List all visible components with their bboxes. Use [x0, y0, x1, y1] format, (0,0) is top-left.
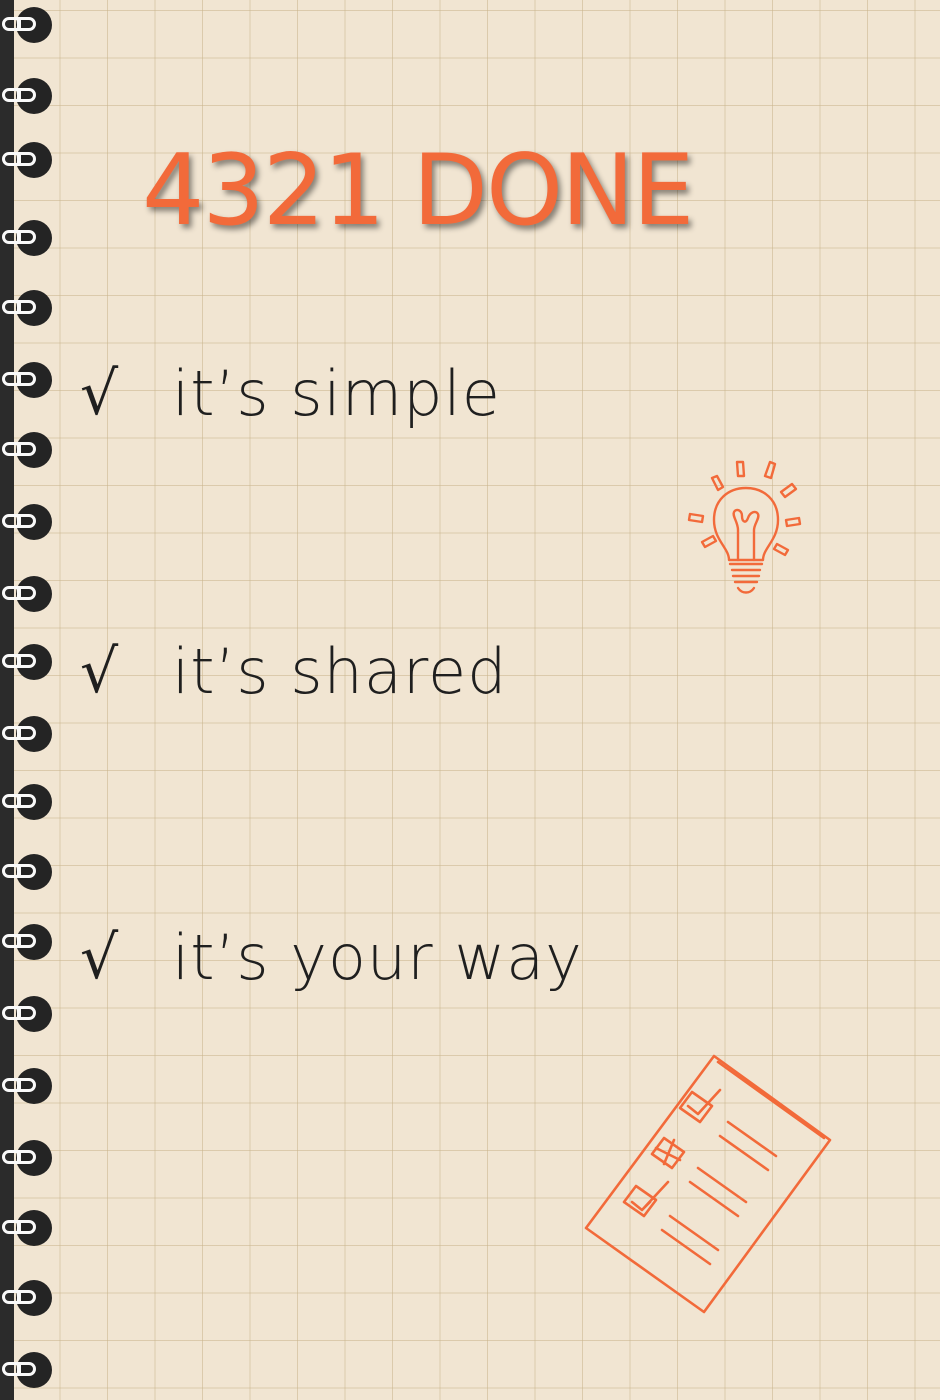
- binding-loop: [2, 654, 36, 668]
- binding-ring: [2, 430, 60, 470]
- checkmark-icon: √: [80, 637, 119, 707]
- binding-loop: [2, 794, 36, 808]
- binding-ring: [2, 642, 60, 682]
- binding-loop: [2, 442, 36, 456]
- binding-loop: [2, 1362, 36, 1376]
- binding-loop: [2, 864, 36, 878]
- checklist-clipboard-icon: [584, 1054, 832, 1314]
- binding-loop: [2, 88, 36, 102]
- list-item-label: it’s your way: [172, 921, 583, 994]
- page-title: 4321 DONE: [142, 134, 694, 248]
- binding-ring: [2, 994, 60, 1034]
- binding-ring: [2, 1066, 60, 1106]
- binding-loop: [2, 1078, 36, 1092]
- binding-loop: [2, 1150, 36, 1164]
- binding-loop: [2, 586, 36, 600]
- lightbulb-icon: [687, 460, 802, 594]
- binding-loop: [2, 1006, 36, 1020]
- binding-ring: [2, 714, 60, 754]
- binding-ring: [2, 852, 60, 892]
- binding-ring: [2, 1350, 60, 1390]
- binding-ring: [2, 1138, 60, 1178]
- binding-ring: [2, 574, 60, 614]
- binding-ring: [2, 782, 60, 822]
- binding-loop: [2, 372, 36, 386]
- binding-loop: [2, 514, 36, 528]
- binding-loop: [2, 230, 36, 244]
- binding-ring: [2, 76, 60, 116]
- checkmark-icon: √: [80, 359, 119, 429]
- binding-ring: [2, 502, 60, 542]
- binding-ring: [2, 360, 60, 400]
- binding-loop: [2, 300, 36, 314]
- binding-ring: [2, 1208, 60, 1248]
- binding-loop: [2, 726, 36, 740]
- binding-ring: [2, 922, 60, 962]
- binding-loop: [2, 1220, 36, 1234]
- checkmark-icon: √: [80, 923, 119, 993]
- binding-ring: [2, 288, 60, 328]
- binding-ring: [2, 140, 60, 180]
- binding-loop: [2, 1290, 36, 1304]
- binding-ring: [2, 1278, 60, 1318]
- binding-ring: [2, 5, 60, 45]
- binding-ring: [2, 218, 60, 258]
- binding-loop: [2, 17, 36, 31]
- spiral-binding: [0, 0, 70, 1400]
- binding-loop: [2, 934, 36, 948]
- list-item-label: it’s simple: [172, 357, 501, 430]
- list-item-label: it’s shared: [172, 635, 508, 708]
- binding-loop: [2, 152, 36, 166]
